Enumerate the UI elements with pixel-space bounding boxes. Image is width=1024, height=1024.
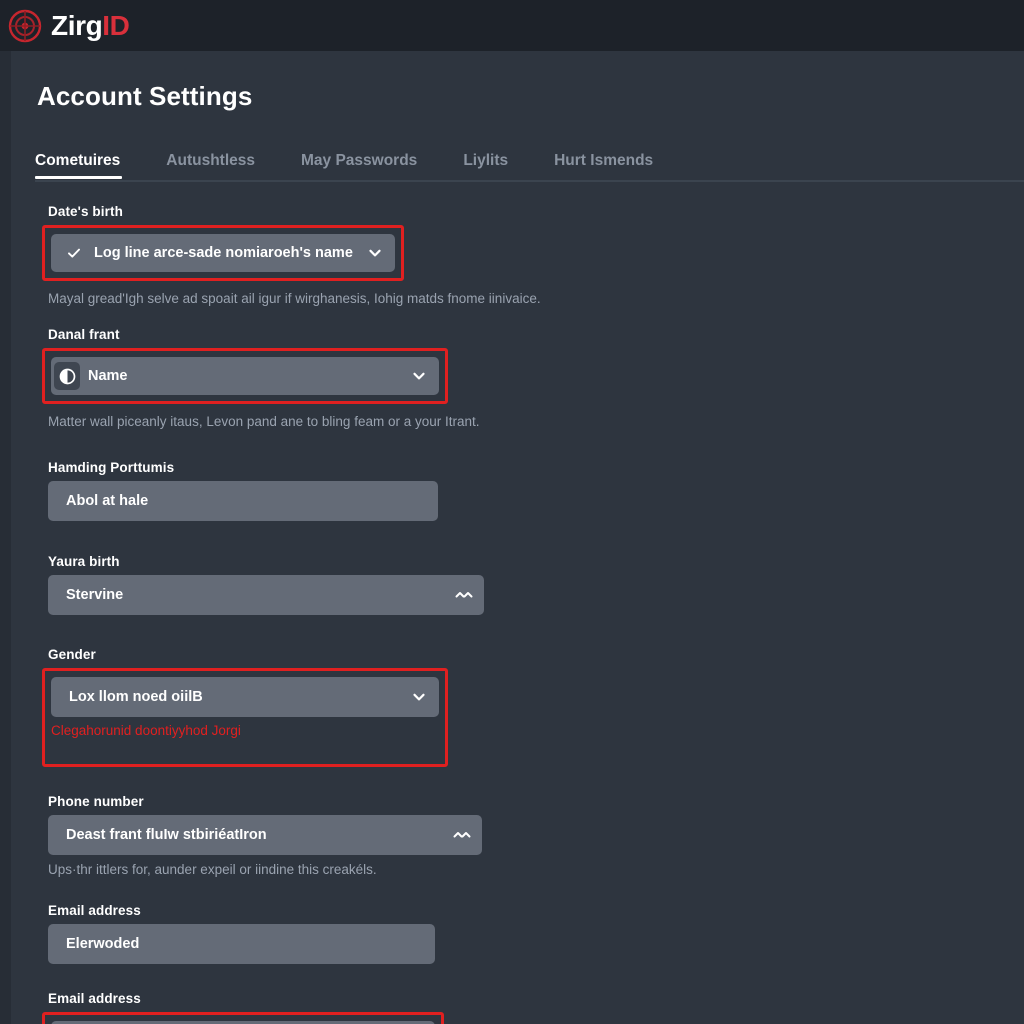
- page-title: Account Settings: [37, 81, 253, 111]
- select-phone-number[interactable]: Deast frant fluIw stbiriéatIron: [48, 815, 482, 855]
- double-chevron-up-icon[interactable]: [453, 826, 471, 844]
- field-label-email-address-1: Email address: [48, 903, 141, 918]
- tab-divider: [35, 180, 1024, 182]
- highlight-frame-email-address-2: Ranc bepion'l casnt: [42, 1012, 444, 1024]
- select-value-gender: Lox llom noed oiilB: [69, 689, 203, 705]
- select-value-dates-birth: Log line arce-sade nomiaroeh's name: [94, 245, 353, 261]
- tab-may-passwords[interactable]: May Passwords: [301, 152, 441, 179]
- help-text-danal-frant: Matter wall piceanly itaus, Levon pand a…: [48, 414, 480, 429]
- chevron-down-icon[interactable]: [410, 688, 428, 706]
- brand-name-accent: ID: [102, 9, 130, 41]
- brand-wordmark[interactable]: ZirgID: [51, 9, 130, 41]
- left-rail-strip: [0, 51, 11, 1024]
- tab-cometuires[interactable]: Cometuires: [35, 152, 144, 179]
- brand-name-primary: Zirg: [51, 9, 103, 41]
- field-label-phone-number: Phone number: [48, 794, 144, 809]
- tab-liylits[interactable]: Liylits: [463, 152, 532, 179]
- help-text-phone-number: Ups·thr ittlers for, aunder expeil or ii…: [48, 862, 377, 877]
- contrast-circle-icon: [54, 362, 80, 390]
- help-text-dates-birth: Mayal gread'Igh selve ad spoait ail igur…: [48, 291, 541, 306]
- field-email-address-1: Email address Elerwoded: [48, 903, 1008, 964]
- chevron-down-icon[interactable]: [366, 244, 384, 262]
- select-value-danal-frant: Name: [88, 368, 128, 384]
- field-hamding-porttumis: Hamding Porttumis Abol at hale: [48, 460, 1008, 521]
- page-body: Account Settings Cometuires Autushtless …: [11, 51, 1024, 1024]
- field-label-hamding-porttumis: Hamding Porttumis: [48, 460, 175, 475]
- field-email-address-2: Email address Ranc bepion'l casnt: [42, 991, 1008, 1024]
- input-hamding-porttumis[interactable]: Abol at hale: [48, 481, 438, 521]
- chevron-down-icon[interactable]: [410, 367, 428, 385]
- select-value-phone-number: Deast frant fluIw stbiriéatIron: [66, 827, 267, 843]
- select-dates-birth[interactable]: Log line arce-sade nomiaroeh's name: [51, 234, 395, 272]
- double-chevron-up-icon[interactable]: [455, 586, 473, 604]
- check-icon: [62, 241, 86, 265]
- error-text-gender: Clegahorunid doontiyyhod Jorgi: [51, 723, 241, 738]
- field-danal-frant: Danal frant Name Matter wall piceanly it…: [42, 327, 1008, 429]
- target-circle-logo-icon: [8, 9, 42, 43]
- tab-bar: Cometuires Autushtless May Passwords Liy…: [35, 147, 1024, 183]
- highlight-frame-dates-birth: Log line arce-sade nomiaroeh's name: [42, 225, 404, 281]
- field-dates-birth: Date's birth Log line arce-sade nomiaroe…: [42, 204, 1008, 306]
- account-settings-form: Date's birth Log line arce-sade nomiaroe…: [42, 204, 1008, 1024]
- field-yaura-birth: Yaura birth Stervine: [48, 554, 1008, 615]
- input-email-address-1[interactable]: Elerwoded: [48, 924, 435, 964]
- field-phone-number: Phone number Deast frant fluIw stbiriéat…: [48, 794, 1008, 877]
- tab-hurt-ismends[interactable]: Hurt Ismends: [554, 152, 677, 179]
- tab-autushtless[interactable]: Autushtless: [166, 152, 279, 179]
- field-label-danal-frant: Danal frant: [48, 327, 120, 342]
- select-gender[interactable]: Lox llom noed oiilB: [51, 677, 439, 717]
- app-header: ZirgID: [0, 0, 1024, 51]
- input-value-hamding-porttumis: Abol at hale: [66, 493, 149, 509]
- field-label-gender: Gender: [48, 647, 96, 662]
- highlight-frame-danal-frant: Name: [42, 348, 448, 404]
- highlight-frame-gender: Lox llom noed oiilB Clegahorunid doontiy…: [42, 668, 448, 767]
- select-yaura-birth[interactable]: Stervine: [48, 575, 484, 615]
- field-gender: Gender Lox llom noed oiilB Clegahorunid …: [42, 647, 1008, 767]
- field-label-dates-birth: Date's birth: [48, 204, 123, 219]
- field-label-email-address-2: Email address: [48, 991, 141, 1006]
- select-value-yaura-birth: Stervine: [66, 587, 124, 603]
- select-danal-frant[interactable]: Name: [51, 357, 439, 395]
- input-value-email-address-1: Elerwoded: [66, 936, 140, 952]
- field-label-yaura-birth: Yaura birth: [48, 554, 120, 569]
